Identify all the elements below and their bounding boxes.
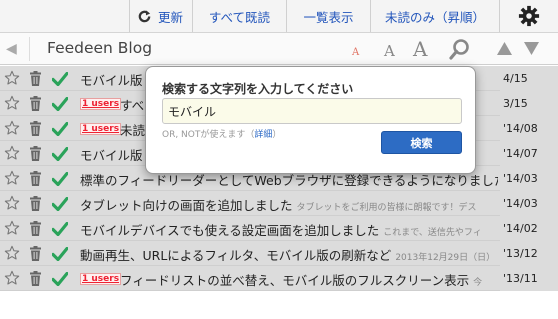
entry-date: '13/11 [500, 266, 558, 291]
check-icon[interactable] [51, 271, 69, 290]
trash-icon[interactable] [29, 71, 42, 90]
check-icon[interactable] [51, 71, 69, 90]
check-icon[interactable] [51, 221, 69, 240]
list-view-button[interactable]: 一覧表示 [286, 0, 370, 32]
search-hint: OR, NOTが使えます（詳細） [162, 127, 281, 140]
search-input[interactable] [162, 98, 462, 124]
top-toolbar: 更新 すべて既読 一覧表示 未読のみ（昇順） [0, 0, 558, 33]
list-view-label: 一覧表示 [303, 9, 354, 25]
check-icon[interactable] [51, 121, 69, 140]
star-icon[interactable] [4, 270, 20, 290]
divider [29, 37, 30, 61]
mark-all-read-button[interactable]: すべて既読 [192, 0, 286, 32]
entry-title[interactable]: タブレット向けの画面を追加しました [80, 195, 293, 214]
entry-row[interactable]: 動画再生、URLによるフィルタ、モバイル版の刷新など 2013年12月29日（日）… [0, 241, 558, 266]
search-button[interactable]: 検索 [381, 131, 462, 154]
entry-date: 3/15 [500, 91, 558, 116]
search-hint-end: ） [272, 130, 282, 140]
entry-summary: タブレットをご利用の皆様に朗報です！デス [296, 203, 477, 213]
entry-title[interactable]: フィードリストの並べ替え、モバイル版のフルスクリーン表示 [120, 270, 469, 289]
entry-title[interactable]: モバイル版 [80, 145, 143, 164]
star-icon[interactable] [4, 170, 20, 190]
refresh-icon [138, 9, 151, 22]
trash-icon[interactable] [29, 271, 42, 290]
trash-icon[interactable] [29, 146, 42, 165]
refresh-button[interactable]: 更新 [129, 0, 192, 32]
star-icon[interactable] [4, 245, 20, 265]
trash-icon[interactable] [29, 246, 42, 265]
search-icon[interactable] [449, 38, 471, 60]
entry-title[interactable]: すべ [120, 95, 144, 114]
entry-text[interactable]: 動画再生、URLによるフィルタ、モバイル版の刷新など 2013年12月29日（日） [80, 241, 498, 266]
search-dialog-label: 検索する文字列を入力してください [162, 82, 354, 96]
up-arrow-icon[interactable] [497, 42, 512, 55]
star-icon[interactable] [4, 145, 20, 165]
entry-row[interactable]: モバイルデバイスでも使える設定画面を追加しました これまで、送信先やフィ '14/0… [0, 216, 558, 241]
check-icon[interactable] [51, 171, 69, 190]
trash-icon[interactable] [29, 221, 42, 240]
entry-row[interactable]: 1 users フィードリストの並べ替え、モバイル版のフルスクリーン表示今 '13/… [0, 266, 558, 291]
entry-title[interactable]: 動画再生、URLによるフィルタ、モバイル版の刷新など [80, 245, 391, 264]
entry-date: '14/03 [500, 191, 558, 216]
entry-text[interactable]: フィードリストの並べ替え、モバイル版のフルスクリーン表示今 [120, 266, 500, 291]
entry-date: '13/12 [500, 241, 558, 266]
entry-title[interactable]: モバイルデバイスでも使える設定画面を追加しました [80, 220, 379, 239]
entry-title[interactable]: モバイル版 [80, 70, 143, 89]
check-icon[interactable] [51, 196, 69, 215]
entry-date: '14/03 [500, 166, 558, 191]
font-size-small-button[interactable]: A [352, 47, 359, 58]
star-icon[interactable] [4, 95, 20, 115]
users-badge[interactable]: 1 users [80, 98, 122, 110]
search-hint-text: OR, NOTが使えます（ [162, 130, 255, 140]
settings-button[interactable] [499, 0, 558, 32]
trash-icon[interactable] [29, 96, 42, 115]
down-arrow-icon[interactable] [524, 42, 539, 55]
entry-date: '14/07 [500, 141, 558, 166]
font-size-medium-button[interactable]: A [384, 42, 395, 60]
entry-text[interactable]: タブレット向けの画面を追加しました タブレットをご利用の皆様に朗報です！デス [80, 191, 498, 216]
check-icon[interactable] [51, 96, 69, 115]
entry-summary: 2013年12月29日（日） [395, 253, 496, 263]
refresh-label: 更新 [158, 9, 184, 25]
feed-header-bar: ◀ Feedeen Blog A A A [0, 33, 558, 65]
check-icon[interactable] [51, 146, 69, 165]
trash-icon[interactable] [29, 196, 42, 215]
search-hint-details-link[interactable]: 詳細 [254, 130, 272, 140]
trash-icon[interactable] [29, 171, 42, 190]
star-icon[interactable] [4, 220, 20, 240]
star-icon[interactable] [4, 195, 20, 215]
entry-summary: 今 [473, 278, 483, 288]
search-dialog: 検索する文字列を入力してください OR, NOTが使えます（詳細） 検索 [145, 66, 476, 174]
feed-title[interactable]: Feedeen Blog [47, 39, 152, 57]
check-icon[interactable] [51, 246, 69, 265]
entry-date: '14/08 [500, 116, 558, 141]
trash-icon[interactable] [29, 121, 42, 140]
font-size-large-button[interactable]: A [413, 37, 427, 61]
unread-filter-button[interactable]: 未読のみ（昇順） [370, 0, 499, 32]
entry-summary: これまで、送信先やフィ [383, 228, 482, 238]
entry-date: 4/15 [500, 66, 558, 91]
entry-row[interactable]: タブレット向けの画面を追加しました タブレットをご利用の皆様に朗報です！デス '14… [0, 191, 558, 216]
entry-title[interactable]: 未読 [120, 120, 145, 139]
mark-all-read-label: すべて既読 [208, 9, 271, 25]
star-icon[interactable] [4, 70, 20, 90]
entry-text[interactable]: モバイルデバイスでも使える設定画面を追加しました これまで、送信先やフィ [80, 216, 498, 241]
users-badge[interactable]: 1 users [80, 273, 122, 285]
star-icon[interactable] [4, 120, 20, 140]
unread-filter-label: 未読のみ（昇順） [384, 9, 485, 25]
gear-icon [518, 5, 540, 27]
users-badge[interactable]: 1 users [80, 123, 122, 135]
entry-date: '14/02 [500, 216, 558, 241]
back-arrow-icon[interactable]: ◀ [6, 41, 17, 57]
